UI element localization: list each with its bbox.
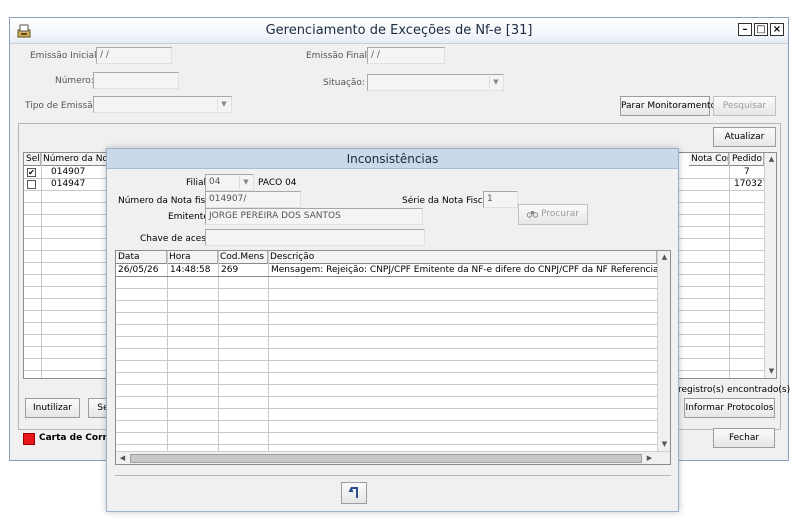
col-header-nota-cont[interactable]: Nota Cont.: [689, 153, 729, 166]
dialog-title: Inconsistências: [107, 149, 678, 169]
return-icon: [348, 486, 358, 498]
grid-scrollbar[interactable]: ▲ ▼: [764, 153, 776, 378]
col-header-cod-mens[interactable]: Cod.Mens: [218, 251, 268, 264]
situacao-select[interactable]: ▼: [367, 74, 504, 91]
tipo-emissao-label: Tipo de Emissão:: [25, 101, 102, 111]
dialog-grid-vscrollbar[interactable]: ▲ ▼: [657, 251, 670, 451]
tipo-emissao-select[interactable]: ▼: [93, 96, 232, 113]
binoculars-icon: [526, 210, 539, 218]
incons-row-data: 26/05/26: [118, 265, 159, 275]
dialog-grid-hscrollbar[interactable]: ◀ ▶: [116, 451, 670, 464]
divider: [115, 475, 671, 476]
pesquisar-button[interactable]: Pesquisar: [713, 96, 776, 116]
scroll-down-icon[interactable]: ▼: [765, 365, 776, 378]
informar-protocolos-button[interactable]: Informar Protocolos: [684, 398, 775, 418]
carta-correcao-color-swatch: [23, 433, 35, 445]
procurar-button[interactable]: Procurar: [518, 204, 588, 225]
minimize-button[interactable]: –: [738, 23, 752, 36]
incons-row-cod: 269: [221, 265, 239, 275]
serie-label: Série da Nota Fiscal:: [402, 196, 494, 206]
records-count: registro(s) encontrado(s): [678, 385, 791, 395]
inutilizar-button[interactable]: Inutilizar: [25, 398, 80, 418]
inconsistencias-dialog: Inconsistências Filial: 04 ▼ PACO 04 Núm…: [106, 148, 679, 512]
filial-select[interactable]: 04 ▼: [205, 174, 254, 191]
carta-correcao-label: Carta de Corre: [39, 433, 114, 443]
emissao-inicial-label: Emissão Inicial:: [30, 51, 100, 61]
col-header-hora[interactable]: Hora: [167, 251, 218, 264]
return-button[interactable]: [341, 482, 367, 504]
col-header-sel[interactable]: Sel.: [24, 153, 41, 166]
parar-monitoramento-button[interactable]: Parar Monitoramento: [620, 96, 716, 116]
emissao-inicial-field[interactable]: / /: [96, 47, 172, 64]
maximize-button[interactable]: □: [754, 23, 768, 36]
row-2-numero: 014947: [51, 179, 86, 189]
emitente-field[interactable]: JORGE PEREIRA DOS SANTOS: [205, 208, 423, 225]
emissao-final-label: Emissão Final:: [306, 51, 370, 61]
atualizar-button[interactable]: Atualizar: [713, 127, 776, 147]
row-1-checkbox[interactable]: ✔: [27, 168, 36, 177]
col-header-pedido[interactable]: Pedido: [729, 153, 764, 166]
chave-acesso-field[interactable]: [205, 229, 425, 246]
col-header-descricao[interactable]: Descrição: [268, 251, 657, 264]
scroll-thumb[interactable]: [130, 454, 642, 463]
emissao-final-field[interactable]: / /: [367, 47, 445, 64]
col-header-data[interactable]: Data: [116, 251, 167, 264]
serie-field[interactable]: 1: [483, 191, 518, 208]
filial-name: PACO 04: [258, 178, 297, 188]
row-1-pedido: 7: [744, 167, 750, 177]
chevron-down-icon: ▼: [239, 176, 252, 189]
window-title: Gerenciamento de Exceções de Nf-e [31]: [265, 23, 533, 38]
chevron-down-icon: ▼: [489, 76, 502, 89]
scroll-left-icon[interactable]: ◀: [116, 452, 129, 464]
scroll-down-icon[interactable]: ▼: [658, 438, 670, 451]
scroll-right-icon[interactable]: ▶: [643, 452, 656, 464]
close-button[interactable]: ×: [770, 23, 784, 36]
scroll-up-icon[interactable]: ▲: [658, 251, 670, 264]
numero-field[interactable]: [93, 72, 179, 89]
title-bar: Gerenciamento de Exceções de Nf-e [31] –…: [10, 18, 788, 44]
incons-row-descricao: Mensagem: Rejeição: CNPJ/CPF Emitente da…: [271, 265, 670, 275]
scroll-up-icon[interactable]: ▲: [765, 153, 776, 166]
fechar-button[interactable]: Fechar: [713, 428, 775, 448]
incons-row-hora: 14:48:58: [170, 265, 211, 275]
numero-label: Número:: [55, 76, 94, 86]
numero-nf-field[interactable]: 014907/: [205, 191, 301, 208]
inconsistencias-grid: Data Hora Cod.Mens Descrição 26/05/26 14…: [115, 250, 671, 465]
chevron-down-icon: ▼: [217, 98, 230, 111]
row-1-numero: 014907: [51, 167, 86, 177]
row-2-checkbox[interactable]: [27, 180, 36, 189]
situacao-label: Situação:: [323, 78, 365, 88]
